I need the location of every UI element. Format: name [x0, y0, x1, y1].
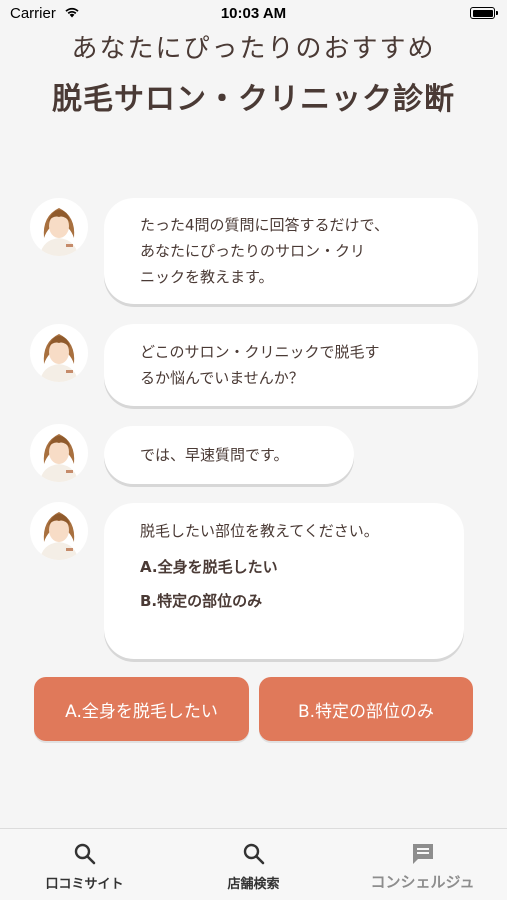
battery-icon [470, 7, 498, 19]
message-line: では、早速質問です。 [140, 446, 289, 464]
message-line: 脱毛したい部位を教えてください。 [140, 522, 379, 540]
chat-icon [412, 844, 433, 864]
tab-label: コンシェルジュ [370, 873, 475, 891]
option-text: B.特定の部位のみ [140, 592, 263, 610]
clock: 10:03 AM [220, 5, 287, 22]
tab-label: 口コミサイト [45, 877, 124, 892]
message-line: どこのサロン・クリニックで脱毛す [140, 343, 380, 361]
consultant-avatar [30, 502, 88, 560]
search-icon [74, 843, 95, 865]
consultant-avatar [30, 424, 88, 482]
message-line: あなたにぴったりのサロン・クリ [140, 242, 366, 260]
tab-label: 店舗検索 [227, 877, 280, 892]
message-bubble: どこのサロン・クリニックで脱毛す るか悩んでいませんか？ [104, 324, 478, 406]
page-title: 脱毛サロン・クリニック診断 [52, 82, 455, 117]
tab-store-search[interactable]: 店舗検索 [169, 829, 338, 900]
consultant-avatar [30, 324, 88, 382]
tab-bar: 口コミサイト 店舗検索 コンシェルジュ [0, 828, 507, 900]
option-text: A.全身を脱毛したい [140, 558, 278, 576]
message-bubble: では、早速質問です。 [104, 426, 354, 484]
answer-b-button[interactable]: B.特定の部位のみ [259, 677, 473, 741]
search-icon [243, 843, 264, 865]
consultant-avatar [30, 198, 88, 256]
tab-concierge[interactable]: コンシェルジュ [338, 829, 507, 900]
tab-review-sites[interactable]: 口コミサイト [0, 829, 169, 900]
message-line: るか悩んでいませんか？ [140, 369, 304, 387]
message-bubble: たった4問の質問に回答するだけで、 あなたにぴったりのサロン・クリ ニックを教え… [104, 198, 478, 304]
status-bar: Carrier 10:03 AM [0, 0, 507, 28]
message-line: たった4問の質問に回答するだけで、 [140, 216, 389, 234]
answer-a-button[interactable]: A.全身を脱毛したい [34, 677, 249, 741]
page-subtitle: あなたにぴったりのおすすめ [71, 34, 436, 64]
message-line: ニックを教えます。 [140, 268, 274, 286]
message-bubble: 脱毛したい部位を教えてください。 A.全身を脱毛したい B.特定の部位のみ [104, 503, 464, 659]
